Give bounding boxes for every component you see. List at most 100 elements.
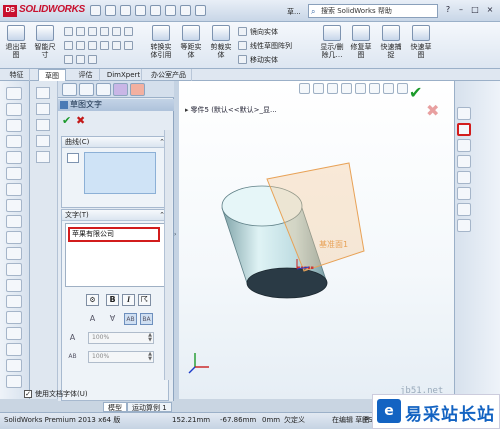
custom-properties-icon[interactable] [457,219,471,232]
print-icon[interactable] [135,5,146,16]
dimxpert-manager-tab-icon[interactable] [113,83,128,96]
mirror-icon[interactable] [238,27,247,36]
spline-icon[interactable] [64,41,73,50]
tool-rect-icon[interactable] [6,103,22,116]
point-icon[interactable] [124,41,133,50]
text-group-header[interactable]: 文字(T) ⌃ [62,210,168,221]
zoom-area-icon[interactable] [313,83,324,94]
display-manager-tab-icon[interactable] [130,83,145,96]
tab-dimxpert[interactable]: DimXpert [106,69,142,81]
convert-entities-button[interactable]: 转换实 体引用 [148,25,174,59]
tab-features[interactable]: 特征 [4,69,30,81]
view-palette-icon[interactable] [457,187,471,200]
trim-entities-button[interactable]: 剪裁实 体 [208,25,234,59]
line-icon[interactable] [64,27,73,36]
new-doc-icon[interactable] [90,5,101,16]
text-input-value[interactable]: 苹果有限公司 [68,227,160,242]
text-input-area[interactable]: 苹果有限公司 [65,223,165,287]
flip-horizontal-icon[interactable]: ∀ [106,313,119,325]
configuration-manager-tab-icon[interactable] [96,83,111,96]
tool-pattern-icon[interactable] [6,295,22,308]
curves-group-header[interactable]: 曲线(C) ⌃ [62,137,168,148]
centerline-icon[interactable] [64,55,73,64]
smart-dimension-button[interactable]: 智能尺 寸 [32,25,58,59]
align-ba-icon[interactable]: BA [140,313,153,325]
design-library-icon[interactable] [457,139,471,152]
tab-office-products[interactable]: 办公室产品 [146,69,192,81]
tool-fillet-icon[interactable] [6,199,22,212]
search-input[interactable]: ⌕ 搜索 SolidWorks 帮助 [308,4,438,18]
rotate-button[interactable]: ☈ [138,294,151,306]
link-property-icon[interactable]: ⚙ [86,294,99,306]
mirror-entities-label[interactable]: 镜向实体 [250,27,278,37]
bold-button[interactable]: B [106,294,119,306]
feature-tree-flyout[interactable]: ▸ 零件5 (默认<<默认>_显... [185,105,277,115]
fillet-icon[interactable] [88,41,97,50]
spin-arrows-icon[interactable]: ▲ ▼ [148,333,152,343]
rectangle-icon[interactable] [76,27,85,36]
tool-circle-icon[interactable] [6,119,22,132]
text-icon[interactable] [112,41,121,50]
tool-offset-icon[interactable] [6,263,22,276]
tool-b-icon[interactable] [36,103,50,115]
minimize-button[interactable]: – [455,5,467,16]
ellipse-icon[interactable] [76,41,85,50]
spin-arrows-icon[interactable]: ▲ ▼ [148,352,152,362]
appearances-icon[interactable] [457,203,471,216]
linear-pattern-label[interactable]: 线性草图阵列 [250,41,292,51]
rapid-sketch-button[interactable]: 快速草 图 [408,25,434,59]
options-icon[interactable] [195,5,206,16]
property-manager-tab-icon[interactable] [79,83,94,96]
tab-model[interactable]: 模型 [103,402,127,412]
align-ab-icon[interactable]: AB [124,313,137,325]
display-relations-button[interactable]: 显示/删 除几… [318,25,346,59]
tool-point-icon[interactable] [6,167,22,180]
tool-repair-icon[interactable] [6,375,22,388]
open-icon[interactable] [105,5,116,16]
resources-icon[interactable] [457,123,471,136]
file-explorer-icon[interactable] [457,155,471,168]
confirm-corner-check-icon[interactable]: ✔ [409,83,422,102]
tool-extend-icon[interactable] [6,247,22,260]
tool-e-icon[interactable] [36,151,50,163]
move-entities-label[interactable]: 移动实体 [250,55,278,65]
graphics-area[interactable]: ▸零件5 (默认<<默认>_显... ✔ ✖ 基准面1 ▪▪▪▪▪ [179,81,454,399]
exit-sketch-button[interactable]: 退出草 图 [4,25,28,59]
undo-icon[interactable] [150,5,161,16]
appearance-icon[interactable] [397,83,408,94]
tool-d-icon[interactable] [36,135,50,147]
display-style-icon[interactable] [369,83,380,94]
linear-pattern-icon[interactable] [238,41,247,50]
solidworks-logo[interactable]: DS SOLIDWORKS [3,4,85,17]
italic-button[interactable]: I [122,294,135,306]
repair-sketch-button[interactable]: 修复草 图 [348,25,374,59]
confirm-corner-cancel-icon[interactable]: ✖ [426,101,439,120]
close-button[interactable]: × [484,5,496,16]
tab-motion-study[interactable]: 运动算例 1 [127,402,172,412]
search-results-icon[interactable] [457,171,471,184]
home-icon[interactable] [457,107,471,120]
sketch-text-icon[interactable] [76,55,85,64]
section-view-icon[interactable] [341,83,352,94]
curves-selection-box[interactable] [84,152,156,194]
circle-icon[interactable] [100,27,109,36]
maximize-button[interactable]: □ [469,5,481,16]
tool-centerline-icon[interactable] [6,183,22,196]
tool-trim-icon[interactable] [6,231,22,244]
offset-entities-button[interactable]: 等距实 体 [178,25,204,59]
tool-relation-icon[interactable] [6,327,22,340]
width-factor-input[interactable]: 100% ▲ ▼ [88,332,154,344]
help-icon[interactable]: ? [442,5,454,16]
tool-chamfer-icon[interactable] [6,215,22,228]
tool-a-icon[interactable] [36,87,50,99]
construction-icon[interactable] [88,55,97,64]
ok-check-icon[interactable]: ✔ [62,114,71,127]
hide-show-icon[interactable] [383,83,394,94]
tab-evaluate[interactable]: 评估 [72,69,100,81]
use-doc-font-checkbox[interactable]: ✓ [24,390,32,398]
tool-dimension-icon[interactable] [6,311,22,324]
zoom-fit-icon[interactable] [299,83,310,94]
tool-line-icon[interactable] [6,87,22,100]
tool-grid-icon[interactable] [6,359,22,372]
arc-icon[interactable] [112,27,121,36]
